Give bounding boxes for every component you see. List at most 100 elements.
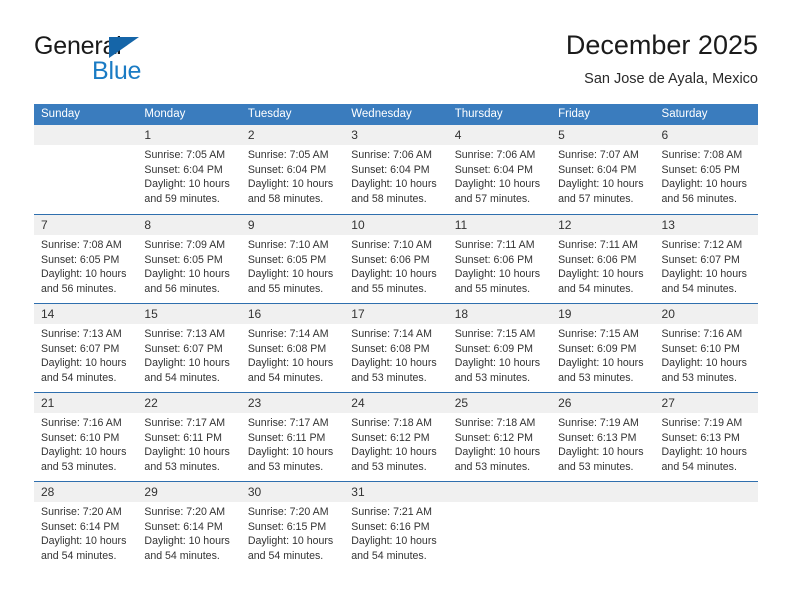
daylight-text-cont: and 57 minutes. — [454, 192, 531, 205]
day-cell[interactable]: 19 Sunrise: 7:15 AM Sunset: 6:09 PM Dayligh… — [551, 304, 655, 392]
sunset-text: Sunset: 6:05 PM — [41, 253, 120, 266]
day-cell[interactable]: 18 Sunrise: 7:15 AM Sunset: 6:09 PM Dayligh… — [447, 304, 552, 392]
day-number: 31 — [351, 485, 365, 499]
day-cell[interactable]: 23 Sunrise: 7:17 AM Sunset: 6:11 PM Dayligh… — [240, 393, 345, 481]
sunset-text: Sunset: 6:04 PM — [558, 163, 637, 176]
day-cell[interactable]: 25 Sunrise: 7:18 AM Sunset: 6:12 PM Dayligh… — [447, 393, 552, 481]
day-number: 10 — [351, 218, 365, 232]
sunset-text: Sunset: 6:06 PM — [454, 253, 534, 266]
day-cell[interactable]: 17 Sunrise: 7:14 AM Sunset: 6:08 PM Dayligh… — [344, 304, 448, 392]
weekday-header-tuesday: Tuesday — [247, 108, 292, 120]
day-details: Sunrise: 7:09 AM Sunset: 6:05 PM Daylight:… — [137, 235, 240, 296]
day-details: Sunrise: 7:15 AM Sunset: 6:09 PM Daylight:… — [448, 324, 551, 385]
day-cell[interactable]: 4 Sunrise: 7:06 AM Sunset: 6:04 PM Daylight… — [447, 125, 552, 214]
day-cell[interactable]: 11 Sunrise: 7:11 AM Sunset: 6:06 PM Dayligh… — [447, 215, 552, 303]
day-cell[interactable]: 29 Sunrise: 7:20 AM Sunset: 6:14 PM Dayligh… — [137, 482, 241, 570]
day-details: Sunrise: 7:18 AM Sunset: 6:12 PM Daylight:… — [344, 413, 447, 474]
sunrise-text: Sunrise: 7:15 AM — [454, 328, 536, 340]
day-number: 24 — [351, 396, 365, 410]
day-details: Sunrise: 7:20 AM Sunset: 6:14 PM Daylight:… — [34, 502, 137, 563]
day-cell[interactable]: 1 Sunrise: 7:05 AM Sunset: 6:04 PM Daylight… — [137, 125, 241, 214]
day-cell-empty — [654, 482, 758, 570]
day-cell[interactable]: 30 Sunrise: 7:20 AM Sunset: 6:15 PM Dayligh… — [240, 482, 345, 570]
calendar-grid: Sunday Monday Tuesday Wednesday Thursday Frid… — [34, 104, 758, 570]
page-header: General Blue December 2025 San Jose de A… — [34, 28, 758, 96]
sunrise-text: Sunrise: 7:05 AM — [247, 149, 329, 161]
day-number: 7 — [41, 218, 48, 232]
day-number-band: 7 — [34, 215, 138, 235]
day-cell[interactable]: 2 Sunrise: 7:05 AM Sunset: 6:04 PM Daylight… — [240, 125, 345, 214]
day-cell[interactable]: 9 Sunrise: 7:10 AM Sunset: 6:05 PM Daylight… — [240, 215, 345, 303]
sunrise-text: Sunrise: 7:09 AM — [144, 239, 226, 251]
day-cell[interactable]: 3 Sunrise: 7:06 AM Sunset: 6:04 PM Daylight… — [344, 125, 448, 214]
daylight-text: Daylight: 10 hours — [144, 535, 230, 548]
sunrise-text: Sunrise: 7:21 AM — [351, 506, 432, 518]
logo-text-blue: Blue — [92, 57, 142, 85]
day-number-band: 29 — [137, 482, 241, 502]
daylight-text: Daylight: 10 hours — [144, 446, 230, 459]
day-cell[interactable]: 13 Sunrise: 7:12 AM Sunset: 6:07 PM Dayligh… — [654, 215, 758, 303]
day-cell[interactable]: 6 Sunrise: 7:08 AM Sunset: 6:05 PM Daylight… — [654, 125, 758, 214]
sunrise-text: Sunrise: 7:08 AM — [661, 149, 743, 161]
day-cell[interactable]: 31 Sunrise: 7:21 AM Sunset: 6:16 PM Dayligh… — [344, 482, 448, 570]
day-cell[interactable]: 28 Sunrise: 7:20 AM Sunset: 6:14 PM Dayligh… — [34, 482, 138, 570]
day-number: 15 — [144, 307, 158, 321]
day-number: 12 — [558, 218, 572, 232]
day-cell[interactable]: 15 Sunrise: 7:13 AM Sunset: 6:07 PM Dayligh… — [137, 304, 241, 392]
day-cell[interactable]: 22 Sunrise: 7:17 AM Sunset: 6:11 PM Dayligh… — [137, 393, 241, 481]
sunrise-text: Sunrise: 7:06 AM — [351, 149, 432, 161]
day-cell[interactable]: 27 Sunrise: 7:19 AM Sunset: 6:13 PM Dayligh… — [654, 393, 758, 481]
sunset-text: Sunset: 6:15 PM — [247, 520, 327, 533]
daylight-text: Daylight: 10 hours — [661, 357, 747, 370]
day-cell[interactable]: 24 Sunrise: 7:18 AM Sunset: 6:12 PM Dayligh… — [344, 393, 448, 481]
day-cell[interactable]: 21 Sunrise: 7:16 AM Sunset: 6:10 PM Dayligh… — [34, 393, 138, 481]
day-cell-empty — [551, 482, 655, 570]
sunrise-text: Sunrise: 7:14 AM — [247, 328, 329, 340]
day-cell[interactable]: 10 Sunrise: 7:10 AM Sunset: 6:06 PM Dayligh… — [344, 215, 448, 303]
general-blue-logo[interactable]: General Blue — [34, 32, 234, 90]
sunrise-text: Sunrise: 7:20 AM — [144, 506, 226, 518]
sunset-text: Sunset: 6:06 PM — [558, 253, 637, 266]
day-number: 18 — [454, 307, 469, 321]
logo-triangle-icon — [109, 37, 139, 58]
day-details: Sunrise: 7:05 AM Sunset: 6:04 PM Daylight:… — [241, 145, 344, 206]
day-cell[interactable]: 26 Sunrise: 7:19 AM Sunset: 6:13 PM Dayligh… — [551, 393, 655, 481]
sunrise-text: Sunrise: 7:07 AM — [558, 149, 639, 161]
daylight-text: Daylight: 10 hours — [247, 535, 334, 548]
sunrise-text: Sunrise: 7:13 AM — [41, 328, 122, 340]
week-row: 1 Sunrise: 7:05 AM Sunset: 6:04 PM Daylight… — [34, 125, 758, 214]
day-number: 25 — [454, 396, 469, 410]
day-details: Sunrise: 7:19 AM Sunset: 6:13 PM Daylight:… — [655, 413, 758, 474]
sunrise-text: Sunrise: 7:20 AM — [41, 506, 122, 518]
day-number-band: 21 — [34, 393, 138, 413]
daylight-text: Daylight: 10 hours — [144, 178, 230, 191]
day-details: Sunrise: 7:07 AM Sunset: 6:04 PM Daylight:… — [551, 145, 654, 206]
day-cell[interactable]: 5 Sunrise: 7:07 AM Sunset: 6:04 PM Daylight… — [551, 125, 655, 214]
sunrise-text: Sunrise: 7:08 AM — [41, 239, 122, 251]
daylight-text-cont: and 53 minutes. — [41, 460, 117, 473]
day-cell[interactable]: 20 Sunrise: 7:16 AM Sunset: 6:10 PM Dayligh… — [654, 304, 758, 392]
day-cell[interactable]: 16 Sunrise: 7:14 AM Sunset: 6:08 PM Dayligh… — [240, 304, 345, 392]
sunrise-text: Sunrise: 7:10 AM — [351, 239, 432, 251]
daylight-text: Daylight: 10 hours — [41, 535, 127, 548]
daylight-text: Daylight: 10 hours — [351, 178, 437, 191]
week-row: 7 Sunrise: 7:08 AM Sunset: 6:05 PM Daylight… — [34, 214, 758, 303]
daylight-text: Daylight: 10 hours — [661, 268, 747, 281]
title-block: December 2025 San Jose de Ayala, Mexico — [566, 28, 758, 90]
daylight-text: Daylight: 10 hours — [144, 268, 230, 281]
daylight-text-cont: and 53 minutes. — [351, 460, 427, 473]
day-cell[interactable]: 14 Sunrise: 7:13 AM Sunset: 6:07 PM Dayligh… — [34, 304, 138, 392]
day-cell[interactable]: 7 Sunrise: 7:08 AM Sunset: 6:05 PM Daylight… — [34, 215, 138, 303]
sunset-text: Sunset: 6:10 PM — [41, 431, 120, 444]
daylight-text-cont: and 54 minutes. — [351, 549, 427, 562]
sunrise-text: Sunrise: 7:12 AM — [661, 239, 743, 251]
day-number-band: 14 — [34, 304, 138, 324]
weekday-header-thursday: Thursday — [454, 108, 503, 120]
day-details: Sunrise: 7:13 AM Sunset: 6:07 PM Daylight:… — [137, 324, 240, 385]
day-details: Sunrise: 7:05 AM Sunset: 6:04 PM Daylight:… — [137, 145, 240, 206]
day-number-band: 2 — [240, 125, 345, 145]
day-cell[interactable]: 8 Sunrise: 7:09 AM Sunset: 6:05 PM Daylight… — [137, 215, 241, 303]
daylight-text-cont: and 53 minutes. — [144, 460, 220, 473]
sunrise-text: Sunrise: 7:13 AM — [144, 328, 226, 340]
day-cell[interactable]: 12 Sunrise: 7:11 AM Sunset: 6:06 PM Dayligh… — [551, 215, 655, 303]
